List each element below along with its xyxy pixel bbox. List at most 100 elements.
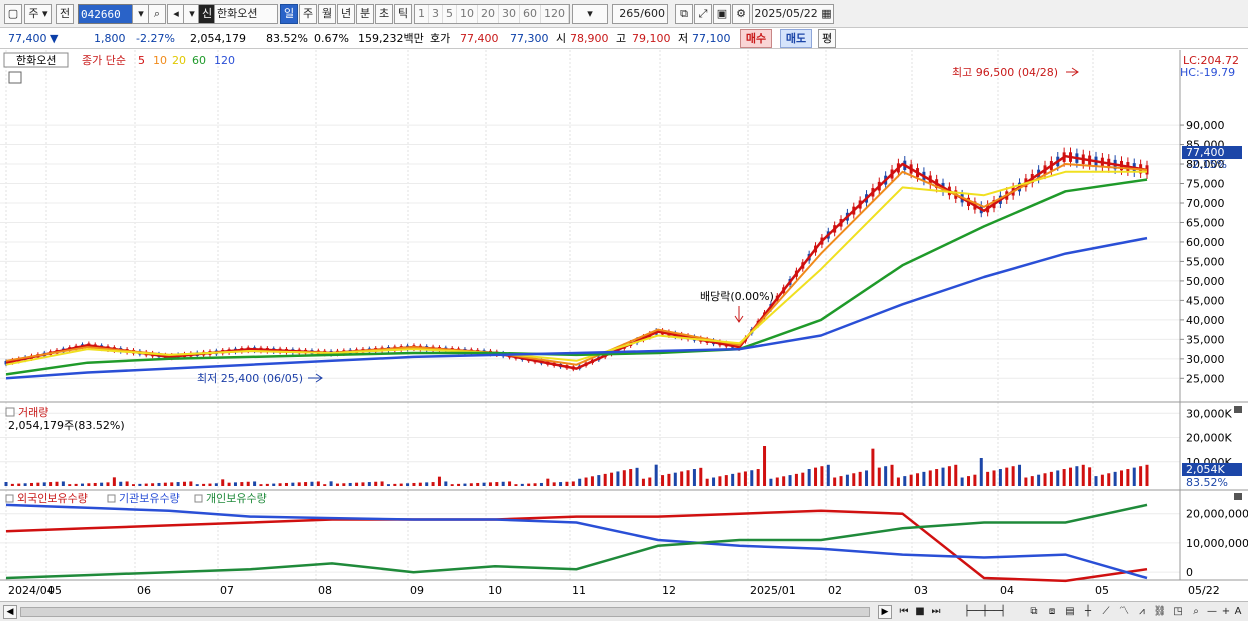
quote-volume-ratio: 83.52%	[266, 32, 308, 45]
holding-legend: 외국인보유수량 기관보유수량 개인보유수량	[5, 492, 267, 505]
volume-bar	[527, 483, 531, 486]
market-select[interactable]: 주 ▾	[24, 4, 52, 24]
stock-code-input[interactable]	[78, 4, 134, 24]
volume-bar	[253, 481, 257, 486]
period-minute[interactable]: 분	[356, 4, 374, 24]
draw-icon[interactable]: 〽	[1116, 604, 1132, 620]
interval-group: 1 3 5 10 20 30 60 120	[414, 4, 570, 24]
volume-bar	[163, 482, 167, 486]
price-tick-label: 75,000	[1186, 178, 1225, 191]
volume-bar	[539, 482, 543, 486]
volume-bar	[418, 482, 422, 486]
rewind-icon[interactable]: ⏮	[896, 604, 912, 620]
holding-tick-label: 0	[1186, 566, 1193, 579]
count-field[interactable]: 265/600	[612, 4, 668, 24]
layout-icon-1[interactable]: ⧉	[1026, 604, 1042, 620]
volume-current-pct: 83.52%	[1186, 476, 1228, 489]
window-icon[interactable]: ▢	[4, 4, 22, 24]
volume-bar	[361, 482, 365, 486]
holding-close-icon[interactable]	[1234, 493, 1242, 500]
stop-icon[interactable]: ■	[912, 604, 928, 620]
volume-bar	[1069, 467, 1073, 486]
interval-10[interactable]: 10	[457, 5, 478, 23]
save-icon[interactable]: ▣	[713, 4, 731, 24]
layout-icon-3[interactable]: ▤	[1062, 604, 1078, 620]
volume-bar	[316, 481, 320, 486]
interval-30[interactable]: 30	[499, 5, 520, 23]
layout-icon-2[interactable]: ⧈	[1044, 604, 1060, 620]
volume-bar	[1088, 467, 1092, 486]
volume-bar	[546, 478, 550, 486]
interval-60[interactable]: 60	[520, 5, 541, 23]
scroll-thumb[interactable]	[20, 607, 870, 617]
holding-legend-box-2[interactable]	[107, 494, 116, 503]
volume-bar	[4, 482, 8, 486]
table-icon[interactable]	[8, 71, 22, 84]
holding-legend-individual: 개인보유수량	[206, 492, 267, 505]
volume-bar	[100, 482, 104, 486]
volume-close-icon[interactable]	[1234, 406, 1242, 413]
period-tick[interactable]: 틱	[394, 4, 412, 24]
eval-button[interactable]: 평	[818, 29, 836, 48]
scroll-right-icon[interactable]: ▶	[878, 605, 892, 619]
scroll-left-icon[interactable]: ◀	[3, 605, 17, 619]
volume-bar	[68, 484, 72, 486]
interval-custom-select[interactable]: ▾	[572, 4, 608, 24]
zoom-slider[interactable]: ├──┼──┤	[948, 604, 1022, 620]
volume-bar	[17, 483, 21, 486]
volume-bar	[131, 484, 135, 486]
interval-1[interactable]: 1	[415, 5, 429, 23]
trend-line-icon[interactable]: ⟋	[1098, 604, 1114, 620]
interval-3[interactable]: 3	[429, 5, 443, 23]
period-day[interactable]: 일	[280, 4, 298, 24]
volume-bar	[928, 470, 932, 486]
period-second[interactable]: 초	[375, 4, 393, 24]
period-week[interactable]: 주	[299, 4, 317, 24]
volume-bar	[833, 477, 837, 486]
volume-bar	[488, 482, 492, 486]
volume-bar	[259, 484, 263, 486]
zoom-in-icon[interactable]: ⌕	[1188, 604, 1204, 620]
crosshair-icon[interactable]: ┼	[1080, 604, 1096, 620]
interval-20[interactable]: 20	[478, 5, 499, 23]
chart-type-icon[interactable]: ⩘	[1134, 604, 1150, 620]
volume-bar	[941, 467, 945, 486]
interval-5[interactable]: 5	[443, 5, 457, 23]
interval-120[interactable]: 120	[541, 5, 569, 23]
volume-bar	[533, 483, 537, 486]
buy-button[interactable]: 매수	[740, 29, 772, 48]
sell-button[interactable]: 매도	[780, 29, 812, 48]
volume-bar	[195, 484, 199, 486]
volume-bar	[705, 478, 709, 486]
volume-bar	[578, 478, 582, 486]
gear-icon[interactable]: ⚙	[732, 4, 750, 24]
volume-bar	[667, 473, 671, 486]
price-tick-label: 40,000	[1186, 314, 1225, 327]
date-value: 2025/05/22	[754, 7, 818, 20]
volume-bar	[737, 472, 741, 486]
volume-bar	[355, 482, 359, 486]
period-year[interactable]: 년	[337, 4, 355, 24]
low-annotation-text: 최저 25,400 (06/05)	[197, 372, 303, 385]
prev-button[interactable]: 전	[56, 4, 74, 24]
candle-icon[interactable]: ⧉	[675, 4, 693, 24]
high-label: 고	[616, 32, 627, 45]
text-icon[interactable]: A	[1230, 604, 1246, 620]
compare-icon[interactable]: ⤢	[694, 4, 712, 24]
holding-legend-box-3[interactable]	[194, 494, 203, 503]
search-icon[interactable]: ⌕	[148, 4, 166, 24]
date-field[interactable]: 2025/05/22 ▦	[752, 4, 834, 24]
volume-bar	[986, 471, 990, 486]
volume-bar	[297, 482, 301, 486]
quote-price: 77,400 ▼	[8, 32, 59, 45]
volume-bar	[23, 483, 27, 486]
camera-icon[interactable]: ◳	[1170, 604, 1186, 620]
holding-legend-box-1[interactable]	[5, 494, 14, 503]
period-month[interactable]: 월	[318, 4, 336, 24]
link-icon[interactable]: ⛓	[1152, 604, 1168, 620]
stock-chart[interactable]: 한화오션 종가 단순 5 10 20 60 120 LC:204.72 HC:-…	[0, 50, 1248, 601]
x-label: 06	[137, 584, 151, 597]
forward-icon[interactable]: ⏭	[928, 604, 944, 620]
volume-bar	[610, 472, 614, 486]
volume-legend-box[interactable]	[5, 407, 15, 417]
